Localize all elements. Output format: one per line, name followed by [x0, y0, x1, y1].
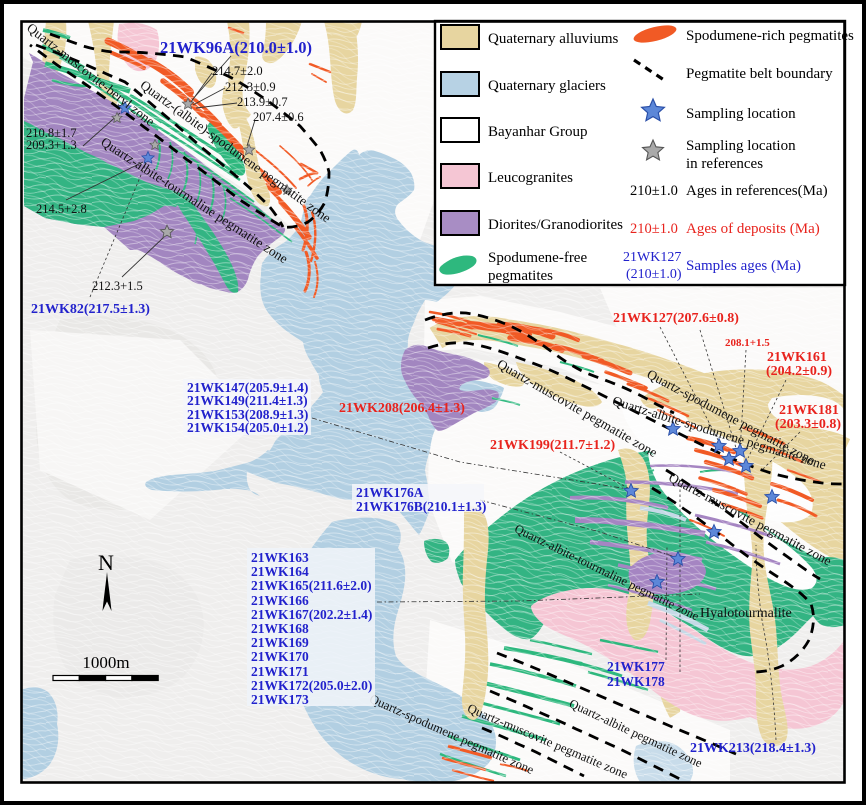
svg-text:212.3±0.9: 212.3±0.9: [225, 80, 276, 94]
svg-text:21WK213(218.4±1.3): 21WK213(218.4±1.3): [690, 741, 816, 756]
svg-text:Ages of deposits (Ma): Ages of deposits (Ma): [686, 221, 820, 237]
svg-text:209.3+1.3: 209.3+1.3: [26, 138, 77, 152]
svg-text:21WK163: 21WK163: [251, 550, 309, 565]
svg-text:(204.2±0.9): (204.2±0.9): [766, 364, 832, 379]
svg-text:21WK167(202.2±1.4): 21WK167(202.2±1.4): [251, 607, 372, 622]
svg-text:21WK176A: 21WK176A: [356, 485, 424, 500]
svg-text:Hyalotourmalite: Hyalotourmalite: [700, 606, 792, 621]
svg-text:(203.3±0.8): (203.3±0.8): [775, 417, 841, 432]
svg-text:208.1+1.5: 208.1+1.5: [725, 337, 770, 349]
svg-text:212.3+1.5: 212.3+1.5: [92, 279, 143, 293]
svg-text:207.4±0.6: 207.4±0.6: [253, 110, 304, 124]
svg-text:in references: in references: [686, 156, 763, 172]
svg-text:21WK176B(210.1±1.3): 21WK176B(210.1±1.3): [356, 499, 486, 514]
svg-text:21WK165(211.6±2.0): 21WK165(211.6±2.0): [251, 578, 372, 593]
svg-text:Diorites/Granodiorites: Diorites/Granodiorites: [488, 217, 623, 233]
svg-text:210±1.0: 210±1.0: [630, 221, 678, 237]
svg-text:21WK164: 21WK164: [251, 564, 309, 579]
svg-text:Samples ages (Ma): Samples ages (Ma): [686, 258, 801, 274]
svg-text:Pegmatite belt boundary: Pegmatite belt boundary: [686, 66, 833, 82]
svg-text:214.7±2.0: 214.7±2.0: [212, 64, 263, 78]
svg-text:21WK177: 21WK177: [607, 659, 665, 674]
svg-text:21WK170: 21WK170: [251, 649, 309, 664]
svg-text:Quaternary alluviums: Quaternary alluviums: [488, 31, 619, 47]
svg-text:21WK172(205.0±2.0): 21WK172(205.0±2.0): [251, 678, 372, 693]
svg-text:(210±1.0): (210±1.0): [626, 267, 682, 282]
svg-text:Quaternary glaciers: Quaternary glaciers: [488, 78, 606, 94]
svg-text:21WK161: 21WK161: [767, 350, 827, 365]
svg-text:210±1.0: 210±1.0: [630, 183, 678, 199]
svg-text:21WK96A(210.0±1.0): 21WK96A(210.0±1.0): [160, 38, 312, 57]
svg-text:Sampling location: Sampling location: [686, 138, 796, 154]
svg-text:21WK127: 21WK127: [623, 250, 681, 265]
svg-text:Bayanhar Group: Bayanhar Group: [488, 124, 588, 140]
svg-text:21WK173: 21WK173: [251, 692, 309, 707]
svg-text:213.9±0.7: 213.9±0.7: [237, 95, 288, 109]
svg-text:21WK168: 21WK168: [251, 621, 309, 636]
svg-text:1000m: 1000m: [82, 653, 129, 672]
svg-text:214.5+2.8: 214.5+2.8: [36, 202, 87, 216]
svg-text:Sampling location: Sampling location: [686, 106, 796, 122]
svg-text:21WK169: 21WK169: [251, 635, 309, 650]
svg-text:Spodumene-rich pegmatites: Spodumene-rich pegmatites: [686, 28, 854, 44]
svg-text:21WK154(205.0±1.2): 21WK154(205.0±1.2): [187, 420, 308, 435]
svg-text:21WK208(206.4±1.3): 21WK208(206.4±1.3): [339, 401, 465, 416]
svg-text:21WK127(207.6±0.8): 21WK127(207.6±0.8): [613, 311, 739, 326]
svg-text:21WK166: 21WK166: [251, 593, 309, 608]
svg-text:21WK199(211.7±1.2): 21WK199(211.7±1.2): [490, 438, 615, 453]
svg-text:21WK171: 21WK171: [251, 664, 309, 679]
svg-text:21WK178: 21WK178: [607, 674, 665, 689]
svg-text:pegmatites: pegmatites: [488, 268, 553, 284]
svg-text:21WK181: 21WK181: [779, 403, 839, 418]
svg-text:Ages in references(Ma): Ages in references(Ma): [686, 183, 828, 199]
svg-text:21WK82(217.5±1.3): 21WK82(217.5±1.3): [31, 302, 150, 317]
svg-text:21WK149(211.4±1.3): 21WK149(211.4±1.3): [187, 393, 308, 408]
svg-text:N: N: [98, 550, 114, 575]
svg-text:Spodumene-free: Spodumene-free: [488, 250, 587, 266]
svg-text:Leucogranites: Leucogranites: [488, 170, 573, 186]
